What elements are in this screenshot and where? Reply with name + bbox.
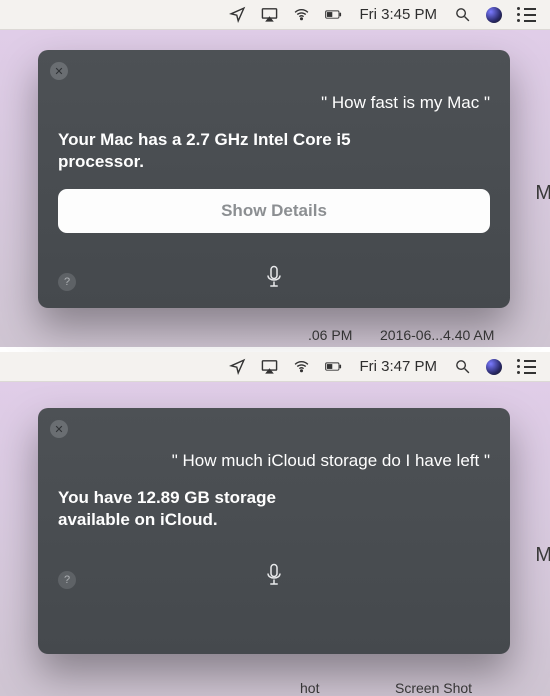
menu-bar-top: Fri 3:45 PM <box>0 0 550 30</box>
menubar-clock[interactable]: Fri 3:45 PM <box>359 6 437 23</box>
siri-response-text: You have 12.89 GB storage available on i… <box>58 487 338 531</box>
wifi-icon <box>293 6 310 23</box>
desktop-file-label: .06 PM <box>308 327 352 343</box>
desktop-file-label-partial: M <box>535 544 550 567</box>
location-icon <box>229 6 246 23</box>
siri-user-query: " How fast is my Mac " <box>58 92 490 115</box>
wifi-icon <box>293 358 310 375</box>
desktop-file-label: hot <box>300 680 319 696</box>
close-button[interactable]: ✕ <box>50 62 68 80</box>
desktop-file-label: 2016-06...4.40 AM <box>380 327 494 343</box>
airplay-icon <box>261 6 278 23</box>
desktop-file-label: Screen Shot <box>395 680 472 696</box>
battery-icon <box>325 6 342 23</box>
desktop-file-label-partial: M <box>535 182 550 205</box>
menu-bar-bottom: Fri 3:47 PM <box>0 352 550 382</box>
siri-response-text: Your Mac has a 2.7 GHz Intel Core i5 pro… <box>58 129 398 173</box>
siri-menubar-icon[interactable] <box>486 7 502 23</box>
show-details-button[interactable]: Show Details <box>58 189 490 233</box>
menubar-clock[interactable]: Fri 3:47 PM <box>359 358 437 375</box>
siri-results-panel: ✕ " How fast is my Mac " Your Mac has a … <box>38 50 510 308</box>
siri-menubar-icon[interactable] <box>486 359 502 375</box>
spotlight-icon[interactable] <box>454 6 471 23</box>
microphone-icon[interactable] <box>265 562 283 588</box>
close-button[interactable]: ✕ <box>50 420 68 438</box>
microphone-icon[interactable] <box>265 264 283 290</box>
spotlight-icon[interactable] <box>454 358 471 375</box>
siri-user-query: " How much iCloud storage do I have left… <box>58 450 490 473</box>
airplay-icon <box>261 358 278 375</box>
location-icon <box>229 358 246 375</box>
siri-results-panel: ✕ " How much iCloud storage do I have le… <box>38 408 510 654</box>
notification-center-icon[interactable] <box>517 359 536 374</box>
battery-icon <box>325 358 342 375</box>
help-button[interactable]: ? <box>58 571 76 589</box>
notification-center-icon[interactable] <box>517 7 536 22</box>
help-button[interactable]: ? <box>58 273 76 291</box>
